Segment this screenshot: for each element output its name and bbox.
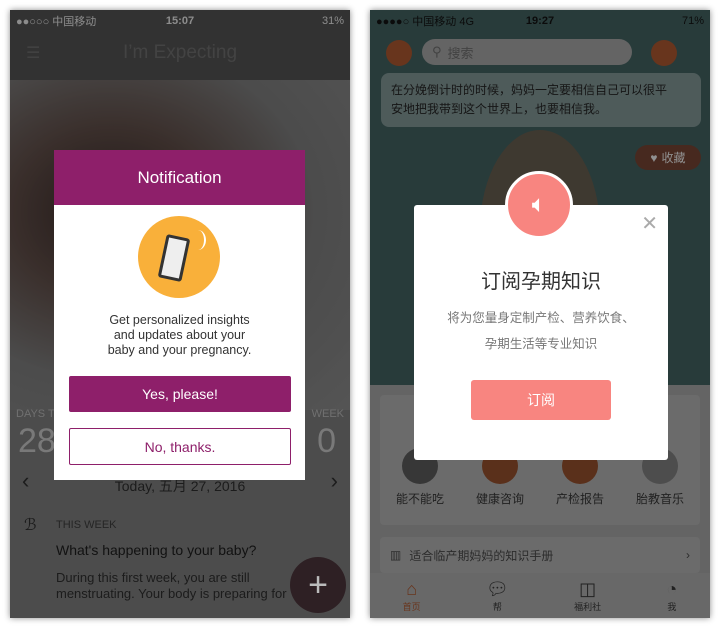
subscribe-button[interactable]: 订阅 (471, 380, 611, 420)
subscribe-modal: ✕ 订阅孕期知识 将为您量身定制产检、营养饮食、 孕期生活等专业知识 订阅 (414, 205, 668, 460)
modal-description: 将为您量身定制产检、营养饮食、 孕期生活等专业知识 (414, 305, 668, 357)
modal-title: Notification (54, 150, 305, 205)
close-icon[interactable]: ✕ (641, 211, 658, 236)
modal-title: 订阅孕期知识 (481, 271, 601, 293)
speaker-icon: 🔈︎ (505, 171, 573, 239)
plus-icon: + (308, 565, 328, 604)
desc-line: 将为您量身定制产检、营养饮食、 (447, 311, 635, 325)
modal-message: Get personalized insights and updates ab… (54, 313, 305, 358)
right-phone-screen: ●●●●○ 中国移动 4G 19:27 71% ⚲ 搜索 在分娩倒计时的时候，妈妈… (370, 10, 710, 618)
phone-ringing-icon (138, 216, 220, 298)
desc-line: 孕期生活等专业知识 (484, 337, 598, 351)
add-fab-button[interactable]: + (290, 557, 346, 613)
message-line: Get personalized insights (109, 313, 250, 327)
message-line: and updates about your (113, 328, 246, 342)
left-phone-screen: ●●○○○ 中国移动 15:07 31% ☰ I’m Expecting DAY… (10, 10, 350, 618)
message-line: baby and your pregnancy. (107, 343, 252, 357)
notification-modal: Notification Get personalized insights a… (54, 150, 305, 480)
yes-please-button[interactable]: Yes, please! (69, 376, 291, 412)
no-thanks-button[interactable]: No, thanks. (69, 428, 291, 465)
